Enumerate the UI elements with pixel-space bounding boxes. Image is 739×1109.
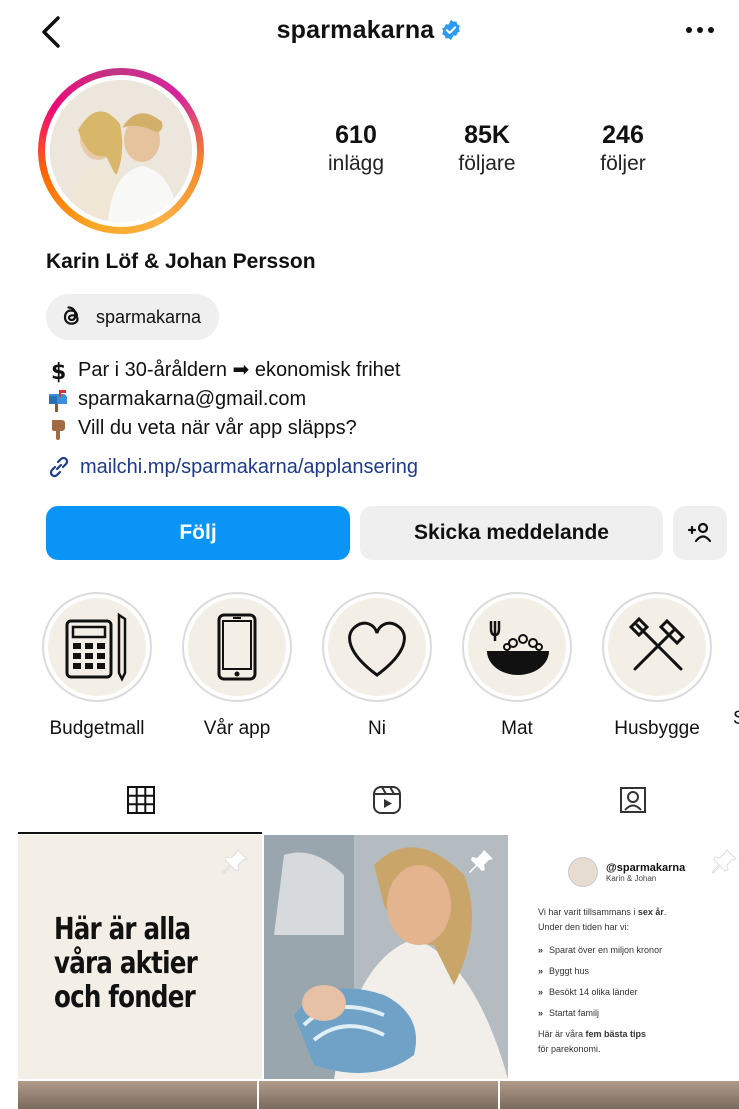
author-avatar [568,857,598,887]
message-button[interactable]: Skicka meddelande [360,506,663,560]
profile-website-link[interactable]: mailchi.mp/sparmakarna/applansering [46,454,418,480]
post-tile[interactable]: @sparmakarna Karin & Johan Vi har varit … [510,835,739,1079]
bio-text: Par i 30-åråldern ➡ ekonomisk frihet [78,359,401,381]
more-options-icon[interactable] [683,20,717,40]
achievement-list: » Sparat över en miljon kronor » Byggt hus… [538,943,733,1021]
profile-bio: $ Par i 30-åråldern ➡ ekonomisk frihet s… [46,356,400,443]
outro-line: för parekonomi. [538,1044,601,1054]
stat-posts-value: 610 [335,121,377,149]
link-icon [49,456,69,478]
profile-avatar[interactable] [38,68,204,234]
tab-posts-grid[interactable] [18,770,264,830]
highlight-label: Budgetmall [49,718,145,739]
list-item: » Sparat över en miljon kronor [538,945,663,955]
tools-icon [628,616,686,671]
tab-reels[interactable] [264,770,510,830]
stat-followers-value: 85K [464,121,510,149]
threads-profile-link[interactable]: sparmakarna [46,294,220,340]
add-person-icon [687,522,712,543]
intro-line: Under den tiden har vi: [538,922,630,932]
pinned-icon [711,849,737,874]
profile-tabs [0,770,739,830]
highlight-ni[interactable]: Ni [322,592,432,740]
post-tile[interactable] [259,1081,498,1109]
profile-name: Karin Löf & Johan Persson [46,250,316,273]
stat-following-label: följer [600,152,646,175]
stat-posts-label: inlägg [327,152,385,175]
tab-tagged[interactable] [510,770,739,830]
bio-email[interactable]: sparmakarna@gmail.com [78,385,306,414]
pinned-icon [222,849,248,874]
active-tab-indicator [18,832,262,834]
stat-posts[interactable]: 610 inlägg [296,120,416,178]
highlight-budgetmall[interactable]: Budgetmall [42,592,152,740]
avatar-photo [50,80,192,222]
highlight-label: Mat [501,718,533,739]
pinned-icon [469,850,493,873]
bowl-icon [487,621,549,675]
bio-line: sparmakarna@gmail.com [46,385,400,414]
suggest-people-button[interactable] [673,506,727,560]
highlight-label: Husbygge [614,718,700,739]
highlight-label-partial: S [733,708,739,730]
threads-handle: sparmakarna [96,306,202,327]
post-tile[interactable] [18,1081,257,1109]
post-author: @sparmakarna Karin & Johan [568,857,685,887]
post-tile[interactable] [500,1081,739,1109]
profile-username-title: sparmakarna [0,16,739,45]
phone-icon [217,613,257,681]
heart-icon [348,621,406,677]
stat-followers-label: följare [458,152,516,175]
mailbox-icon [46,388,70,412]
threads-icon [63,306,79,325]
highlight-label: Vår app [203,718,271,739]
stat-following[interactable]: 246 följer [563,120,683,178]
intro-line: Vi har varit tillsammans i sex år. [538,907,667,917]
list-item: » Startat familj [538,1008,600,1018]
next-post-row [18,1081,739,1109]
highlight-label: Ni [368,718,386,739]
bio-line: Vill du veta när vår app släpps? [46,414,400,443]
post-headline: Här är alla våra aktier och fonder [54,912,198,1015]
top-bar: sparmakarna [0,0,739,64]
author-handle: @sparmakarna [606,861,686,874]
bio-line: $ Par i 30-åråldern ➡ ekonomisk frihet [46,356,400,385]
username: sparmakarna [276,16,435,44]
tagged-person-icon [620,787,646,813]
headline-line: våra aktier [54,946,198,981]
headline-line: Här är alla [54,912,191,947]
post-tile[interactable] [264,835,508,1079]
calculator-icon [65,612,127,682]
outro-line: Här är våra fem bästa tips [538,1029,647,1039]
bio-text: Vill du veta när vår app släpps? [78,417,357,439]
list-item: » Besökt 14 olika länder [538,987,638,997]
post-tile[interactable]: Här är alla våra aktier och fonder [18,835,262,1079]
headline-line: och fonder [54,980,196,1015]
svg-text:$: $ [51,360,66,383]
stat-following-value: 246 [602,121,644,149]
follow-button[interactable]: Följ [46,506,350,560]
verified-badge-icon [442,19,461,41]
highlight-mat[interactable]: Mat [462,592,572,740]
website-url: mailchi.mp/sparmakarna/applansering [80,455,418,478]
highlight-husbygge[interactable]: Husbygge [602,592,712,740]
post-text: Vi har varit tillsammans i sex år. Under… [538,905,733,1057]
list-item: » Byggt hus [538,966,590,976]
pointing-down-icon [46,417,70,441]
reels-icon [373,786,401,814]
stat-followers[interactable]: 85K följare [427,120,547,178]
grid-icon [127,786,155,814]
dollar-icon: $ [46,359,70,385]
highlight-var-app[interactable]: Vår app [182,592,292,740]
author-subtitle: Karin & Johan [606,873,657,883]
